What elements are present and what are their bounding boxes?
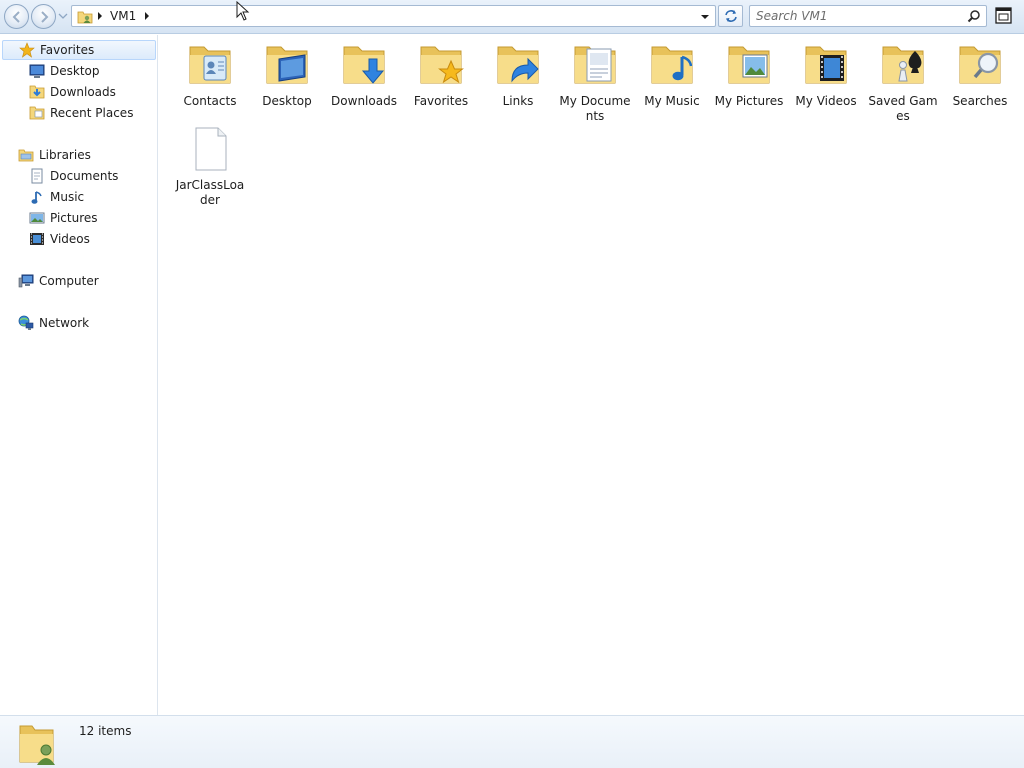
file-label: Links — [502, 94, 534, 108]
sidebar-item-label: Documents — [50, 169, 119, 183]
file-label: Contacts — [183, 94, 237, 108]
folder-searches[interactable]: Searches — [942, 41, 1018, 109]
file-view: Contacts Desktop Downloads Favorites Lin… — [159, 35, 1024, 715]
sidebar-item-videos[interactable]: Videos — [2, 229, 156, 249]
star-icon — [19, 42, 35, 58]
searches-folder-icon — [959, 46, 1001, 84]
search-icon[interactable] — [967, 9, 981, 23]
folder-downloads[interactable]: Downloads — [326, 41, 402, 109]
pictures-icon — [29, 212, 45, 224]
sidebar-item-label: Network — [39, 316, 90, 330]
folder-my-pictures[interactable]: My Pictures — [711, 41, 787, 109]
downloads-icon — [29, 85, 45, 99]
saved-games-folder-icon — [882, 46, 924, 84]
breadcrumb-vm1[interactable]: VM1 — [110, 9, 136, 23]
sidebar-item-libraries[interactable]: Libraries — [2, 145, 156, 165]
forward-arrow-icon — [41, 11, 49, 23]
sidebar-item-favorites[interactable]: Favorites — [2, 40, 156, 60]
sidebar-item-label: Libraries — [39, 148, 91, 162]
documents-icon — [31, 168, 43, 184]
folder-links[interactable]: Links — [480, 41, 556, 109]
sidebar-item-computer[interactable]: Computer — [2, 271, 156, 291]
music-folder-icon — [651, 46, 693, 84]
search-input[interactable] — [756, 8, 956, 24]
item-count: 12 items — [79, 724, 132, 738]
folder-my-videos[interactable]: My Videos — [788, 41, 864, 109]
favorites-folder-icon — [420, 46, 464, 84]
file-label: Saved Games — [868, 94, 938, 123]
chevron-down-icon[interactable] — [697, 7, 713, 25]
details-pane: 12 items — [0, 715, 1024, 768]
pictures-folder-icon — [728, 46, 770, 84]
back-arrow-icon — [12, 11, 20, 23]
file-label: My Videos — [795, 94, 857, 108]
file-jarclassloader[interactable]: JarClassLoader — [172, 125, 248, 208]
sidebar-item-label: Videos — [50, 232, 90, 246]
videos-folder-icon — [805, 46, 847, 84]
folder-my-music[interactable]: My Music — [634, 41, 710, 109]
file-label: Favorites — [413, 94, 469, 108]
downloads-folder-icon — [343, 46, 385, 84]
recent-pages-dropdown-icon[interactable] — [58, 11, 68, 21]
folder-desktop[interactable]: Desktop — [249, 41, 325, 109]
file-icon — [195, 127, 227, 171]
user-folder-icon — [19, 725, 55, 765]
forward-button[interactable] — [31, 4, 56, 29]
links-folder-icon — [497, 46, 539, 84]
sidebar-item-label: Downloads — [50, 85, 116, 99]
sidebar-item-label: Pictures — [50, 211, 98, 225]
search-box[interactable] — [749, 5, 987, 27]
file-label: My Documents — [559, 94, 631, 123]
sidebar-item-label: Computer — [39, 274, 99, 288]
sidebar-item-label: Desktop — [50, 64, 100, 78]
file-label: Desktop — [262, 94, 312, 108]
sidebar-item-pictures[interactable]: Pictures — [2, 208, 156, 228]
sidebar-item-label: Favorites — [40, 43, 95, 57]
file-label: My Music — [644, 94, 700, 108]
sidebar-item-downloads[interactable]: Downloads — [2, 82, 156, 102]
contacts-folder-icon — [189, 46, 231, 84]
sidebar-item-documents[interactable]: Documents — [2, 166, 156, 186]
file-label: Downloads — [331, 94, 397, 108]
address-bar[interactable]: VM1 — [71, 5, 716, 27]
videos-icon — [30, 233, 44, 245]
sidebar-item-recent-places[interactable]: Recent Places — [2, 103, 156, 123]
sidebar-item-label: Music — [50, 190, 85, 204]
network-icon — [18, 315, 34, 330]
music-icon — [31, 191, 42, 204]
back-button[interactable] — [4, 4, 29, 29]
folder-favorites[interactable]: Favorites — [403, 41, 479, 109]
computer-icon — [18, 274, 34, 288]
file-label: Searches — [952, 94, 1008, 108]
mouse-cursor-icon — [236, 1, 250, 21]
desktop-icon — [29, 64, 45, 78]
sidebar-item-music[interactable]: Music — [2, 187, 156, 207]
breadcrumb-chevron-icon[interactable] — [97, 12, 103, 20]
refresh-button[interactable] — [718, 5, 743, 27]
sidebar-item-desktop[interactable]: Desktop — [2, 61, 156, 81]
folder-contacts[interactable]: Contacts — [172, 41, 248, 109]
recent-places-icon — [29, 106, 45, 120]
sidebar-item-label: Recent Places — [50, 106, 134, 120]
navigation-bar: VM1 — [0, 0, 1024, 34]
documents-folder-icon — [574, 46, 616, 84]
file-label: My Pictures — [714, 94, 784, 108]
navigation-pane: Favorites Desktop Downloads Recent Place… — [0, 35, 158, 715]
refresh-icon — [725, 10, 737, 22]
desktop-folder-icon — [266, 46, 308, 84]
libraries-icon — [18, 149, 34, 162]
sidebar-item-network[interactable]: Network — [2, 313, 156, 333]
folder-my-documents[interactable]: My Documents — [557, 41, 633, 124]
file-label: JarClassLoader — [175, 178, 245, 207]
restore-window-icon[interactable] — [994, 6, 1014, 26]
user-folder-icon — [77, 11, 93, 24]
folder-saved-games[interactable]: Saved Games — [865, 41, 941, 124]
breadcrumb-chevron-icon[interactable] — [144, 12, 150, 20]
